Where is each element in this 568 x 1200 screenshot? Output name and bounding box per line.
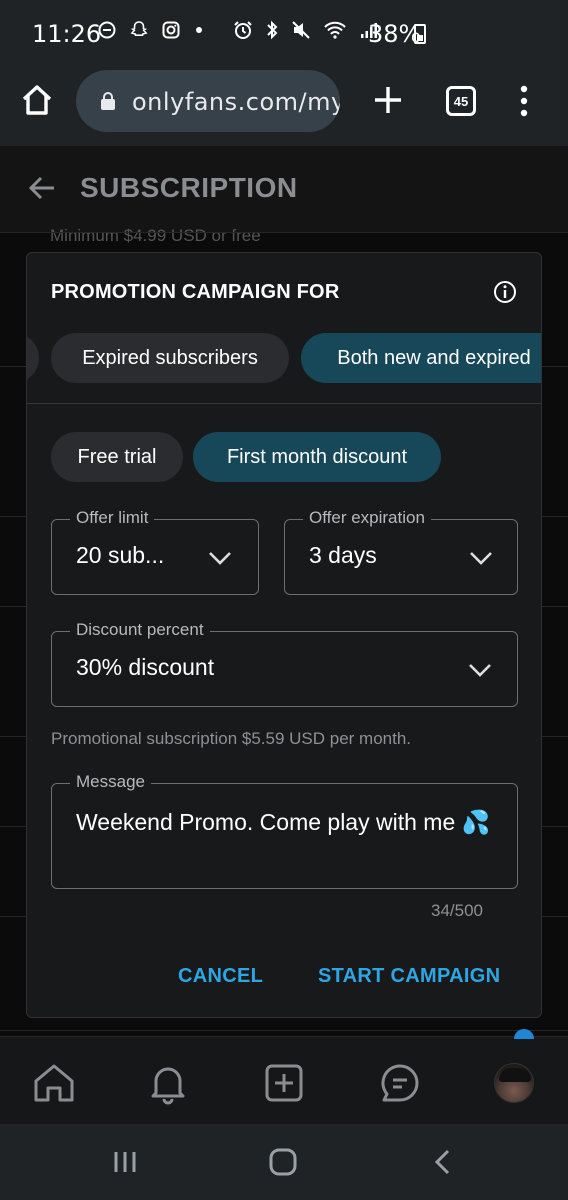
back-button-icon[interactable]: [428, 1148, 458, 1176]
chip-both-new-and-expired[interactable]: Both new and expired: [301, 333, 541, 383]
system-nav-bar: [0, 1124, 568, 1200]
lock-icon: [101, 92, 115, 110]
offer-limit-select[interactable]: Offer limit 20 sub...: [51, 508, 259, 595]
bluetooth-icon: [267, 20, 278, 40]
wifi-icon: [324, 21, 346, 39]
promotional-price-text: Promotional subscription $5.59 USD per m…: [51, 729, 412, 748]
more-menu-icon[interactable]: [518, 84, 530, 118]
browser-toolbar: onlyfans.com/my 45: [0, 66, 568, 146]
bell-icon[interactable]: [146, 1061, 190, 1105]
chip-first-month-discount[interactable]: First month discount: [193, 432, 441, 482]
message-value: Weekend Promo. Come play with me 💦: [76, 809, 491, 835]
status-bar: 11:26 38%: [0, 0, 568, 66]
discount-percent-value: 30% discount: [76, 654, 215, 680]
mute-icon: [292, 21, 310, 39]
offer-expiration-select[interactable]: Offer expiration 3 days: [284, 508, 518, 595]
page-header: SUBSCRIPTION: [0, 146, 568, 232]
page-title: SUBSCRIPTION: [80, 172, 298, 203]
home-button-icon[interactable]: [268, 1148, 298, 1176]
offer-limit-label: Offer limit: [70, 508, 155, 528]
home-nav-icon[interactable]: [32, 1061, 76, 1105]
recent-apps-icon[interactable]: [110, 1148, 140, 1176]
offer-expiration-value: 3 days: [309, 542, 377, 568]
message-label: Message: [70, 772, 151, 792]
messages-icon[interactable]: [378, 1061, 422, 1105]
dialog-title: PROMOTION CAMPAIGN FOR: [51, 281, 340, 303]
url-text: onlyfans.com/my: [132, 88, 340, 116]
battery-icon: [414, 24, 426, 44]
avatar[interactable]: [494, 1063, 534, 1103]
divider: [0, 1030, 568, 1031]
chip-free-trial[interactable]: Free trial: [51, 432, 183, 482]
message-field[interactable]: Message Weekend Promo. Come play with me…: [51, 772, 518, 889]
do-not-disturb-icon: [98, 21, 116, 39]
info-icon[interactable]: [493, 280, 517, 304]
add-post-icon[interactable]: [262, 1061, 306, 1105]
chevron-down-icon: [209, 552, 231, 565]
offer-limit-value: 20 sub...: [76, 542, 165, 568]
chip-expired-subscribers[interactable]: Expired subscribers: [51, 333, 289, 383]
status-right-icons: [233, 20, 379, 40]
tab-switcher-button[interactable]: 45: [446, 86, 476, 116]
new-tab-icon[interactable]: [372, 84, 404, 116]
status-left-icons: [98, 20, 204, 40]
snapchat-icon: [130, 21, 148, 36]
discount-percent-select[interactable]: Discount percent 30% discount: [51, 620, 518, 707]
app-bottom-nav: [0, 1029, 568, 1124]
promotion-campaign-dialog: PROMOTION CAMPAIGN FOR Expired subscribe…: [26, 252, 542, 1018]
back-arrow-icon[interactable]: [28, 174, 56, 202]
alarm-icon: [234, 21, 252, 39]
start-campaign-button[interactable]: START CAMPAIGN: [318, 965, 500, 988]
chevron-down-icon: [469, 664, 491, 677]
chevron-down-icon: [470, 552, 492, 565]
price-hint: Minimum $4.99 USD or free: [50, 226, 261, 245]
character-counter: 34/500: [431, 901, 483, 920]
status-time: 11:26: [32, 20, 102, 48]
chip-new-subscribers[interactable]: [27, 333, 39, 383]
instagram-icon: [162, 21, 180, 39]
offer-expiration-label: Offer expiration: [303, 508, 431, 528]
discount-percent-label: Discount percent: [70, 620, 210, 640]
address-bar[interactable]: onlyfans.com/my: [76, 70, 340, 132]
home-icon[interactable]: [20, 84, 54, 116]
cancel-button[interactable]: CANCEL: [178, 965, 263, 988]
dot-icon: [196, 27, 202, 33]
divider: [27, 403, 541, 404]
divider: [0, 232, 568, 233]
